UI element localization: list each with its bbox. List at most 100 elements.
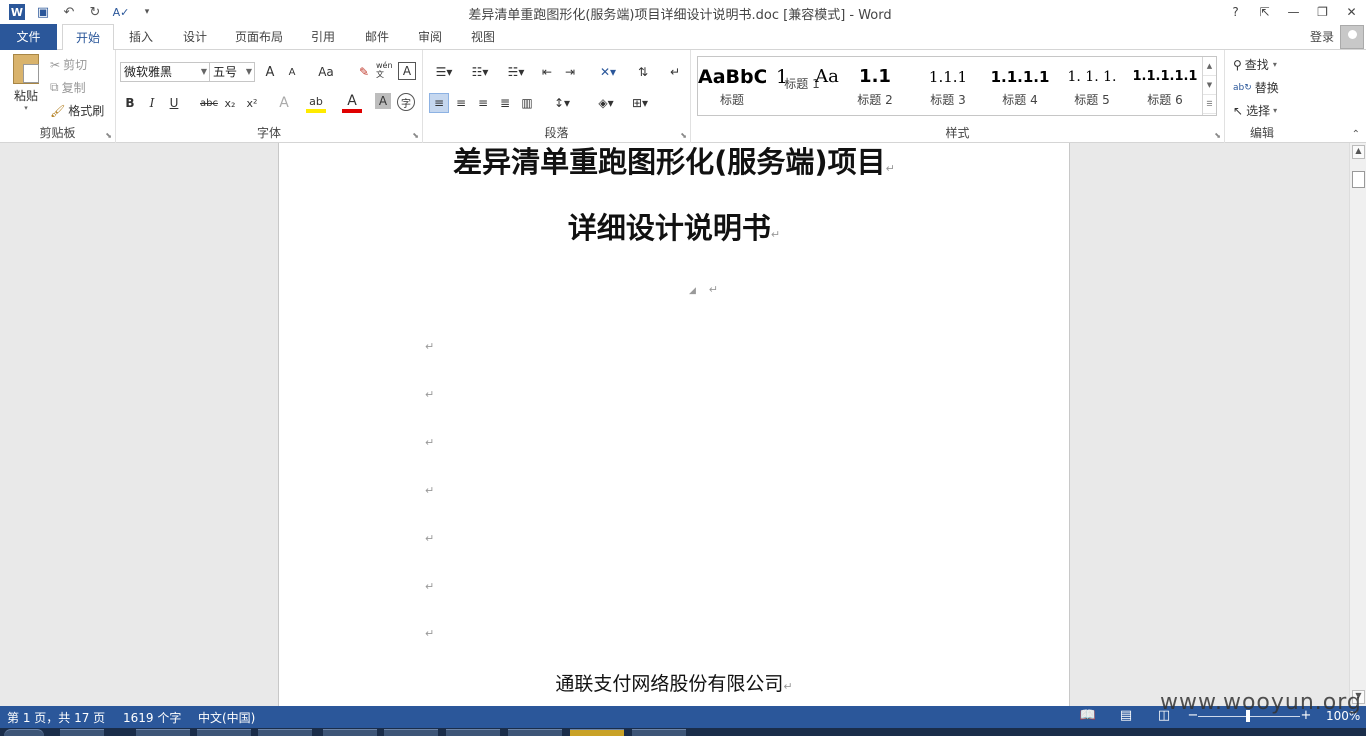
line-spacing-icon[interactable]: ↕▾ xyxy=(547,93,577,113)
font-name-combo[interactable]: 微软雅黑 ▼ xyxy=(120,62,210,82)
tab-references[interactable]: 引用 xyxy=(302,24,344,50)
style-heading-4[interactable]: 1.1.1.1 标题 4 xyxy=(984,57,1056,115)
taskbar-app[interactable] xyxy=(258,729,312,736)
language-status[interactable]: 中文(中国) xyxy=(198,709,255,726)
font-size-combo[interactable]: 五号 ▼ xyxy=(209,62,255,82)
ribbon-display-options-button[interactable]: ⇱ xyxy=(1250,0,1279,24)
grow-font-button[interactable]: A xyxy=(260,62,280,82)
show-marks-icon[interactable]: ↵ xyxy=(665,62,685,82)
numbering-icon[interactable]: ☷▾ xyxy=(465,62,495,82)
style-heading-3[interactable]: 1.1.1 标题 3 xyxy=(912,57,984,115)
increase-indent-icon[interactable]: ⇥ xyxy=(560,62,580,82)
redo-button[interactable]: ↻ xyxy=(84,2,106,22)
superscript-button[interactable]: x² xyxy=(242,93,262,113)
align-center-icon[interactable]: ≡ xyxy=(451,93,471,113)
collapse-ribbon-icon[interactable]: ⌃ xyxy=(1352,129,1360,140)
font-launcher-icon[interactable]: ⬊ xyxy=(412,131,419,140)
style-heading-6[interactable]: 1.1.1.1.1 标题 6 xyxy=(1128,57,1202,115)
select-button[interactable]: ↖ 选择 ▾ xyxy=(1233,102,1277,119)
format-painter-button[interactable]: 🖌 格式刷 xyxy=(50,102,104,119)
style-title[interactable]: AaBbC 标题 xyxy=(698,57,766,115)
character-border-button[interactable]: A xyxy=(398,62,416,80)
align-right-icon[interactable]: ≡ xyxy=(473,93,493,113)
replace-button[interactable]: ab↻ 替换 xyxy=(1233,79,1279,96)
gallery-down-icon[interactable]: ▼ xyxy=(1203,76,1216,95)
distributed-icon[interactable]: ▥ xyxy=(517,93,537,113)
text-effects-button[interactable]: A xyxy=(274,93,294,113)
read-mode-icon[interactable]: 📖 xyxy=(1078,708,1098,726)
scroll-thumb[interactable] xyxy=(1352,171,1365,188)
tab-file[interactable]: 文件 xyxy=(0,24,57,50)
styles-launcher-icon[interactable]: ⬊ xyxy=(1214,131,1221,140)
taskbar-app[interactable] xyxy=(632,729,686,736)
start-button[interactable] xyxy=(4,729,44,736)
taskbar-app[interactable] xyxy=(384,729,438,736)
taskbar-app[interactable] xyxy=(508,729,562,736)
taskbar-app[interactable] xyxy=(446,729,500,736)
align-left-icon[interactable]: ≡ xyxy=(429,93,449,113)
sort-icon[interactable]: ⇅ xyxy=(633,62,653,82)
print-layout-icon[interactable]: ▤ xyxy=(1116,708,1136,726)
minimize-button[interactable]: — xyxy=(1279,0,1308,24)
subscript-button[interactable]: x₂ xyxy=(220,93,240,113)
bold-button[interactable]: B xyxy=(120,93,140,113)
asian-layout-icon[interactable]: ✕▾ xyxy=(593,62,623,82)
login-link[interactable]: 登录 xyxy=(1310,28,1334,45)
taskbar-app[interactable] xyxy=(197,729,251,736)
taskbar-app[interactable] xyxy=(323,729,377,736)
italic-button[interactable]: I xyxy=(142,93,162,113)
font-group-label: 字体 xyxy=(256,126,281,140)
word-app-icon[interactable]: W xyxy=(6,2,28,22)
close-button[interactable]: ✕ xyxy=(1337,0,1366,24)
font-color-button[interactable]: A xyxy=(342,93,362,113)
multilevel-list-icon[interactable]: ☵▾ xyxy=(501,62,531,82)
highlight-button[interactable]: ab xyxy=(306,93,326,113)
style-heading-2[interactable]: 1.1 标题 2 xyxy=(838,57,912,115)
word-count-status[interactable]: 1619 个字 xyxy=(123,709,181,726)
page-count-status[interactable]: 第 1 页，共 17 页 xyxy=(7,709,105,726)
tab-home[interactable]: 开始 xyxy=(62,24,114,51)
taskbar-app-active[interactable] xyxy=(570,729,624,736)
restore-button[interactable]: ❐ xyxy=(1308,0,1337,24)
spelling-icon[interactable]: A✓ xyxy=(110,2,132,22)
vertical-scrollbar[interactable]: ▲ ▼ xyxy=(1349,143,1366,706)
paste-button[interactable]: 粘贴 ▾ xyxy=(8,54,44,120)
gallery-more-icon[interactable]: ☰ xyxy=(1203,95,1216,114)
clipboard-launcher-icon[interactable]: ⬊ xyxy=(105,131,112,140)
character-shading-button[interactable]: A xyxy=(375,93,391,109)
find-button[interactable]: ⚲ 查找 ▾ xyxy=(1233,56,1277,73)
avatar[interactable] xyxy=(1340,25,1364,49)
paragraph-shading-icon[interactable]: ◈▾ xyxy=(591,93,621,113)
taskbar-app[interactable] xyxy=(136,729,190,736)
paragraph-launcher-icon[interactable]: ⬊ xyxy=(680,131,687,140)
customize-qat-button[interactable]: ▾ xyxy=(136,2,158,22)
save-icon[interactable]: ▣ xyxy=(32,2,54,22)
copy-button[interactable]: ⧉ 复制 xyxy=(50,79,86,96)
tab-mailings[interactable]: 邮件 xyxy=(356,24,398,50)
tab-review[interactable]: 审阅 xyxy=(409,24,451,50)
undo-button[interactable]: ↶ xyxy=(58,2,80,22)
paragraph-mark: ↵ xyxy=(783,680,793,693)
strikethrough-button[interactable]: abc xyxy=(198,93,220,113)
borders-icon[interactable]: ⊞▾ xyxy=(625,93,655,113)
decrease-indent-icon[interactable]: ⇤ xyxy=(537,62,557,82)
document-page[interactable]: 差异清单重跑图形化(服务端)项目↵ 详细设计说明书↵ ◢ ↵ ↵ ↵ ↵ ↵ ↵… xyxy=(278,143,1070,706)
tab-page-layout[interactable]: 页面布局 xyxy=(228,24,290,50)
tab-design[interactable]: 设计 xyxy=(174,24,216,50)
clear-formatting-button[interactable]: ✎ xyxy=(354,62,374,82)
style-heading-5[interactable]: 1. 1. 1. 标题 5 xyxy=(1056,57,1128,115)
gallery-up-icon[interactable]: ▲ xyxy=(1203,57,1216,76)
underline-button[interactable]: U xyxy=(164,93,184,113)
enclose-characters-button[interactable]: 字 xyxy=(397,93,415,111)
phonetic-guide-button[interactable]: wén 文 xyxy=(376,60,396,80)
change-case-button[interactable]: Aa xyxy=(312,62,340,82)
cut-button[interactable]: ✂ 剪切 xyxy=(50,56,87,73)
scroll-up-icon[interactable]: ▲ xyxy=(1352,145,1365,159)
justify-icon[interactable]: ≣ xyxy=(495,93,515,113)
tab-view[interactable]: 视图 xyxy=(462,24,504,50)
bullets-icon[interactable]: ☰▾ xyxy=(429,62,459,82)
tab-insert[interactable]: 插入 xyxy=(120,24,162,50)
taskbar-app[interactable] xyxy=(60,729,104,736)
help-button[interactable]: ? xyxy=(1221,0,1250,24)
shrink-font-button[interactable]: A xyxy=(282,62,302,82)
